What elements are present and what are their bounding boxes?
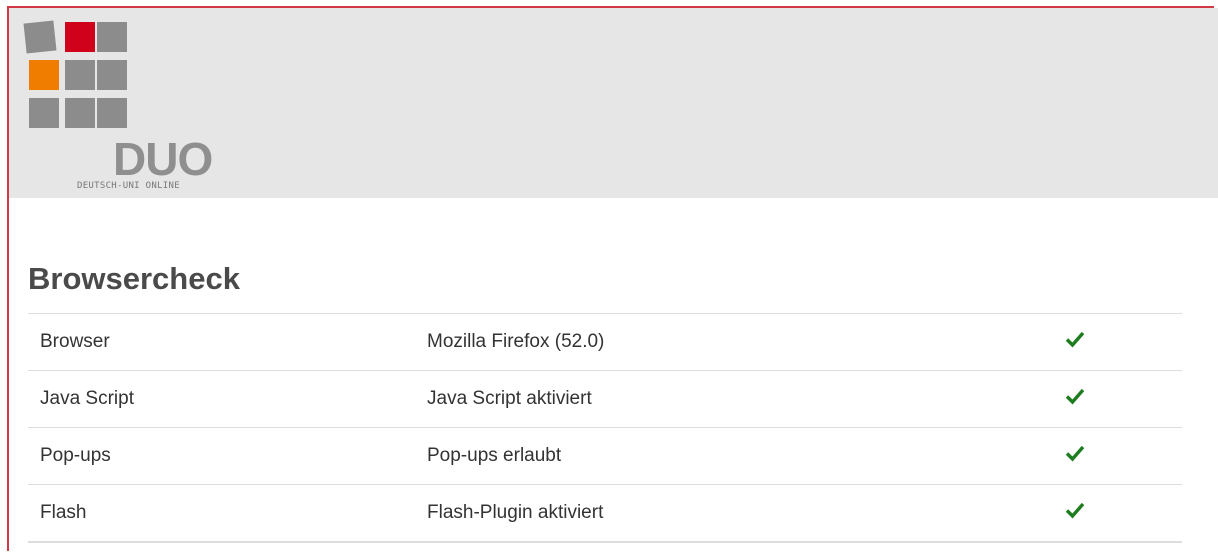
check-status — [1065, 313, 1182, 371]
check-icon — [1065, 502, 1085, 519]
browsercheck-table: Browser Mozilla Firefox (52.0) Java Scri… — [28, 313, 1182, 543]
logo-square — [29, 98, 59, 128]
table-row: Pop-ups Pop-ups erlaubt — [28, 427, 1182, 485]
logo-square — [23, 20, 57, 54]
table-row: Flash Flash-Plugin aktiviert — [28, 484, 1182, 543]
logo-square-orange — [29, 60, 59, 90]
table-row: Java Script Java Script aktiviert — [28, 370, 1182, 428]
check-status — [1065, 370, 1182, 428]
check-label: Pop-ups — [28, 427, 403, 485]
check-status — [1065, 427, 1182, 485]
logo-wordmark: DUO — [113, 133, 213, 185]
check-icon — [1065, 331, 1085, 348]
header-banner: DUO DEUTSCH-UNI ONLINE — [9, 8, 1218, 198]
logo-square — [97, 60, 127, 90]
check-label: Flash — [28, 484, 403, 543]
logo-square — [65, 98, 95, 128]
table-row: Browser Mozilla Firefox (52.0) — [28, 313, 1182, 371]
check-icon — [1065, 388, 1085, 405]
logo-square — [65, 60, 95, 90]
check-label: Browser — [28, 313, 403, 371]
check-value: Mozilla Firefox (52.0) — [403, 313, 1065, 371]
check-status — [1065, 484, 1182, 543]
logo-square — [97, 22, 127, 52]
page-title: Browsercheck — [28, 261, 240, 296]
logo-subtitle: DEUTSCH-UNI ONLINE — [77, 181, 180, 191]
duo-logo[interactable]: DUO DEUTSCH-UNI ONLINE — [23, 20, 225, 192]
check-value: Java Script aktiviert — [403, 370, 1065, 428]
check-icon — [1065, 445, 1085, 462]
check-value: Pop-ups erlaubt — [403, 427, 1065, 485]
logo-square-red — [65, 22, 95, 52]
check-label: Java Script — [28, 370, 403, 428]
logo-square — [97, 98, 127, 128]
check-value: Flash-Plugin aktiviert — [403, 484, 1065, 543]
